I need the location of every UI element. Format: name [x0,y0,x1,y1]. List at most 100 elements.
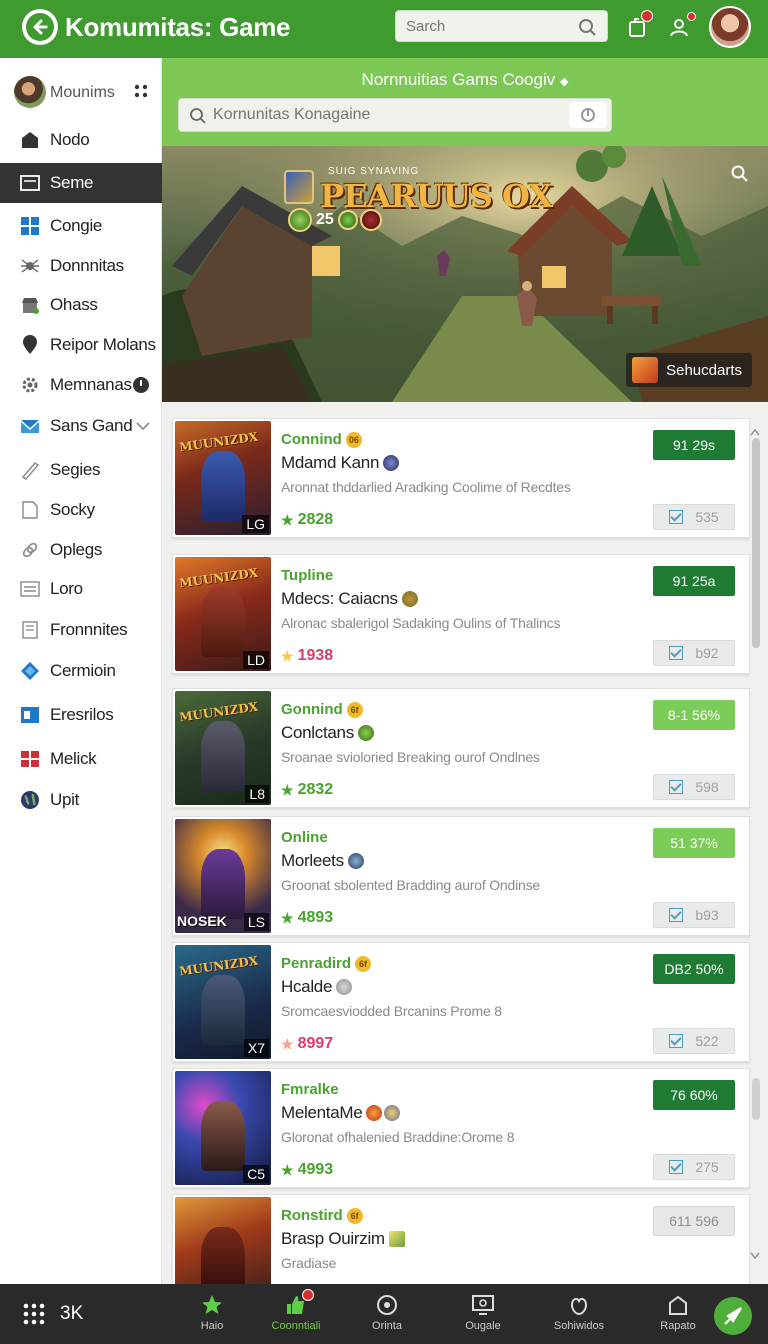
game-list: MUUNIZDX LG Connind 06 Mdamd Kann Aronnat… [162,402,768,1284]
game-thumbnail [175,1197,271,1284]
star-icon: ★ [281,511,294,528]
screen-icon [20,173,40,193]
rating-badge[interactable]: 611 596 [653,1206,735,1236]
user-avatar[interactable] [709,6,751,48]
checkbox-icon [669,646,684,660]
search-icon[interactable] [730,164,750,184]
apps-grid-icon[interactable] [22,1302,46,1326]
select-checkbox[interactable]: 535 [653,504,735,530]
sidebar-item-segies[interactable]: Segies [0,450,162,490]
list-item[interactable]: C5 Fmralke MelentaMe Gloronat ofhalenied… [172,1068,750,1188]
card-title: Penradird 6f [281,955,372,972]
select-checkbox[interactable]: 522 [653,1028,735,1054]
sidebar-item-fronnnites[interactable]: Fronnnites [0,610,162,650]
bottom-bar: 3K Haio Coonntiali Orinta Ougale Sohiwid… [0,1284,768,1344]
search-icon [190,108,206,124]
list-icon [20,579,40,599]
create-post-button[interactable] [714,1297,752,1335]
list-item[interactable]: MUUNIZDX LG Connind 06 Mdamd Kann Aronnat… [172,418,750,538]
list-item[interactable]: MUUNIZDX X7 Penradird 6f Hcalde Sromcaesv… [172,942,750,1062]
star-icon: ★ [281,909,294,926]
sidebar-item-cermioin[interactable]: Cermioin [0,651,162,691]
avatar-icon [366,1105,383,1121]
community-header: Nornnuitias Gams Coogiv ◆ [162,58,768,146]
sidebar-item-congie[interactable]: Congie [0,206,162,246]
profile-button[interactable] [666,12,696,40]
sidebar-item-socky[interactable]: Socky [0,490,162,530]
nav-haio[interactable]: Haio [172,1292,252,1332]
nav-orinta[interactable]: Orinta [347,1292,427,1332]
bottom-left-label[interactable]: 3K [60,1303,83,1325]
sidebar-item-label: Reipor Molans [50,335,156,354]
sidebar-item-sans-gand[interactable]: Sans Gand [0,406,162,446]
card-description: Gradiase [281,1255,337,1271]
card-title: Connind 06 [281,431,362,448]
select-checkbox[interactable]: 275 [653,1154,735,1180]
notifications-button[interactable] [625,10,653,40]
community-search-input[interactable] [213,101,563,129]
sidebar-item-eresrilos[interactable]: Eresrilos [0,695,162,735]
sidebar-item-reipor-molans[interactable]: Reipor Molans [0,325,162,365]
spider-icon [20,256,40,276]
featured-banner[interactable]: SUIG SYNAVING PEARUUS OX 25 Sehucdarts [162,146,768,402]
select-checkbox[interactable]: 598 [653,774,735,800]
scroll-up-icon[interactable] [750,428,760,436]
card-description: Alronac sbalerigol Sadaking Oulins of Th… [281,615,561,631]
scroll-down-icon[interactable] [750,1252,760,1260]
top-search-box[interactable] [395,10,608,42]
nav-rapato[interactable]: Rapato [638,1292,718,1332]
sidebar-item-seme[interactable]: Seme [0,163,162,203]
rating-badge[interactable]: DB2 50% [653,954,735,984]
star-icon: ★ [281,781,294,798]
sidebar-item-label: Segies [50,460,101,479]
sidebar-item-melick[interactable]: Melick [0,739,162,779]
search-icon[interactable] [577,17,597,37]
home-icon [20,130,40,150]
avatar-icon [357,725,374,741]
nav-coonntiali[interactable]: Coonntiali [256,1289,336,1332]
globe-icon [20,790,40,810]
chevron-down-icon[interactable] [136,421,150,431]
sidebar-user[interactable]: Mounims [0,72,162,112]
card-title: Gonnind 6f [281,701,363,718]
store-icon [20,295,40,315]
profile-dot [687,12,696,21]
more-icon[interactable] [134,84,148,98]
top-search-input[interactable] [396,11,566,41]
banner-count: 25 [316,211,334,228]
sidebar-item-donnnitas[interactable]: Donnnitas [0,246,162,286]
thumbnail-tag: X7 [243,1039,269,1057]
sidebar-item-ohass[interactable]: Ohass [0,285,162,325]
list-item[interactable]: NOSEK LS Online Morleets Groonat sbolent… [172,816,750,936]
fire-icon [632,357,659,383]
banner-action-button[interactable]: Sehucdarts [626,353,752,387]
scrollbar-thumb-secondary[interactable] [752,1078,760,1120]
community-title: Nornnuitias Gams Coogiv ◆ [361,70,569,89]
rating-badge[interactable]: 91 29s [653,430,735,460]
refresh-icon [581,108,595,122]
rating-badge[interactable]: 91 25a [653,566,735,596]
scrollbar-thumb[interactable] [752,438,760,648]
list-item[interactable]: Ronstird 6f Brasp Ouirzim Gradiase 611 59… [172,1194,750,1284]
sidebar-item-loro[interactable]: Loro [0,569,162,609]
back-button[interactable] [22,9,58,45]
card-score: ★ 4893 [281,909,334,926]
refresh-button[interactable] [569,102,607,128]
select-checkbox[interactable]: b93 [653,902,735,928]
star-icon: ★ [281,1035,294,1052]
sidebar-item-upit[interactable]: Upit [0,780,162,820]
sidebar-item-nodo[interactable]: Nodo [0,120,162,160]
rating-badge[interactable]: 76 60% [653,1080,735,1110]
list-item[interactable]: MUUNIZDX L8 Gonnind 6f Conlctans Sroanae … [172,688,750,808]
nav-ougale[interactable]: Ougale [443,1292,523,1332]
sidebar-item-oplegs[interactable]: Oplegs [0,530,162,570]
avatar-icon [384,1105,401,1121]
select-checkbox[interactable]: b92 [653,640,735,666]
card-description: Aronnat thddarlied Aradking Coolime of R… [281,479,571,495]
nav-sohiwidos[interactable]: Sohiwidos [539,1292,619,1332]
rating-badge[interactable]: 51 37% [653,828,735,858]
rating-badge[interactable]: 8-1 56% [653,700,735,730]
community-search-box[interactable] [178,98,612,132]
list-item[interactable]: MUUNIZDX LD Tupline Mdecs: Caiacns Alron… [172,554,750,674]
sidebar-item-memnanas[interactable]: Memnanas [0,365,162,405]
